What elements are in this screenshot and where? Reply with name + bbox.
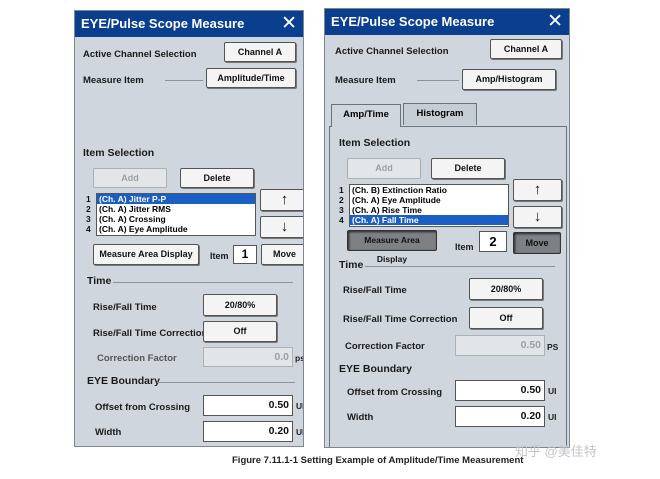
right-width-field[interactable]: 0.20	[455, 406, 545, 427]
left-dialog: EYE/Pulse Scope Measure ✕ Active Channel…	[74, 10, 304, 447]
list-item[interactable]: 4 (Ch. A) Eye Amplitude	[86, 224, 255, 234]
right-rise-fall-button[interactable]: 20/80%	[469, 278, 543, 300]
watermark: 知乎 @美佳特	[515, 444, 597, 459]
left-eye-boundary-divider	[157, 382, 295, 383]
left-measure-item-divider	[165, 80, 203, 81]
left-offset-label: Offset from Crossing	[95, 402, 191, 413]
left-title-bar: EYE/Pulse Scope Measure ✕	[75, 11, 303, 37]
right-rise-fall-label: Rise/Fall Time	[343, 285, 407, 296]
right-correction-factor-unit: PS	[547, 342, 559, 352]
right-move-button[interactable]: Move	[513, 232, 561, 254]
list-item[interactable]: 4 (Ch. A) Fall Time	[339, 215, 508, 225]
tab-amp-time[interactable]: Amp/Time	[331, 104, 401, 127]
left-rise-fall-button[interactable]: 20/80%	[203, 294, 277, 316]
left-correction-factor-unit: ps	[295, 353, 304, 363]
list-item[interactable]: 3 (Ch. A) Crossing	[86, 214, 255, 224]
left-rise-fall-label: Rise/Fall Time	[93, 302, 157, 313]
left-correction-factor-label: Correction Factor	[97, 353, 177, 364]
right-offset-unit: UI	[548, 386, 557, 396]
list-item[interactable]: 1 (Ch. A) Jitter P-P	[86, 194, 255, 204]
right-delete-button[interactable]: Delete	[431, 158, 505, 179]
right-move-up-arrow-icon[interactable]: ↑	[513, 179, 562, 201]
left-item-selection-heading: Item Selection	[83, 147, 155, 159]
right-close-icon[interactable]: ✕	[547, 9, 563, 35]
right-rise-fall-correction-label: Rise/Fall Time Correction	[343, 314, 458, 325]
right-eye-boundary-heading: EYE Boundary	[339, 363, 412, 375]
left-amplitude-time-button[interactable]: Amplitude/Time	[206, 68, 296, 88]
left-time-heading: Time	[87, 275, 112, 287]
left-offset-field[interactable]: 0.50	[203, 395, 293, 416]
figure-caption: Figure 7.11.1-1 Setting Example of Ampli…	[232, 455, 524, 466]
left-correction-factor-field[interactable]: 0.0	[203, 347, 293, 367]
right-amp-histogram-button[interactable]: Amp/Histogram	[462, 69, 556, 90]
right-correction-factor-field[interactable]: 0.50	[455, 335, 545, 356]
left-dialog-title: EYE/Pulse Scope Measure	[81, 16, 245, 31]
left-eye-boundary-heading: EYE Boundary	[87, 375, 160, 387]
left-width-label: Width	[95, 427, 122, 438]
right-measure-area-display-button[interactable]: Measure Area Display	[347, 230, 437, 264]
right-dialog-title: EYE/Pulse Scope Measure	[331, 14, 495, 29]
right-rise-fall-correction-button[interactable]: Off	[469, 307, 543, 329]
left-item-label: Item	[210, 251, 229, 261]
right-time-divider	[365, 266, 555, 267]
right-width-label: Width	[347, 412, 374, 423]
right-measure-item-label: Measure Item	[335, 75, 396, 86]
right-active-channel-label: Active Channel Selection	[335, 46, 449, 57]
right-item-number-field[interactable]: 2	[479, 231, 507, 252]
right-offset-label: Offset from Crossing	[347, 387, 443, 398]
left-delete-button[interactable]: Delete	[180, 168, 254, 188]
left-move-down-arrow-icon[interactable]: ↓	[260, 216, 303, 238]
list-item[interactable]: 3 (Ch. A) Rise Time	[339, 205, 508, 215]
left-time-divider	[113, 282, 293, 283]
left-item-number-field[interactable]: 1	[233, 245, 257, 264]
list-item[interactable]: 2 (Ch. A) Jitter RMS	[86, 204, 255, 214]
left-move-button[interactable]: Move	[261, 244, 303, 265]
right-offset-field[interactable]: 0.50	[455, 380, 545, 401]
tab-histogram[interactable]: Histogram	[403, 103, 477, 125]
right-channel-a-button[interactable]: Channel A	[490, 39, 562, 59]
left-move-up-arrow-icon[interactable]: ↑	[260, 189, 303, 211]
right-measure-item-divider	[417, 80, 459, 81]
left-item-list[interactable]: 1 (Ch. A) Jitter P-P 2 (Ch. A) Jitter RMS …	[86, 193, 256, 236]
right-add-button[interactable]: Add	[347, 158, 421, 179]
left-rise-fall-correction-button[interactable]: Off	[203, 321, 277, 342]
left-channel-a-button[interactable]: Channel A	[224, 42, 296, 62]
list-item[interactable]: 1 (Ch. B) Extinction Ratio	[339, 185, 508, 195]
right-dialog: EYE/Pulse Scope Measure ✕ Active Channel…	[324, 8, 570, 448]
right-item-label: Item	[455, 242, 474, 252]
right-correction-factor-label: Correction Factor	[345, 341, 425, 352]
left-width-unit: UI	[296, 427, 304, 437]
left-close-icon[interactable]: ✕	[281, 11, 297, 37]
right-time-heading: Time	[339, 259, 364, 271]
left-measure-item-label: Measure Item	[83, 75, 144, 86]
left-rise-fall-correction-label: Rise/Fall Time Correction	[93, 328, 208, 339]
left-offset-unit: UI	[296, 401, 304, 411]
right-move-down-arrow-icon[interactable]: ↓	[513, 206, 562, 228]
right-item-selection-heading: Item Selection	[339, 137, 411, 149]
list-item[interactable]: 2 (Ch. A) Eye Amplitude	[339, 195, 508, 205]
right-item-list[interactable]: 1 (Ch. B) Extinction Ratio 2 (Ch. A) Eye A…	[339, 184, 509, 227]
left-add-button[interactable]: Add	[93, 168, 167, 188]
right-width-unit: UI	[548, 412, 557, 422]
left-active-channel-label: Active Channel Selection	[83, 49, 197, 60]
right-title-bar: EYE/Pulse Scope Measure ✕	[325, 9, 569, 35]
left-width-field[interactable]: 0.20	[203, 421, 293, 442]
left-measure-area-display-button[interactable]: Measure Area Display	[93, 244, 199, 265]
